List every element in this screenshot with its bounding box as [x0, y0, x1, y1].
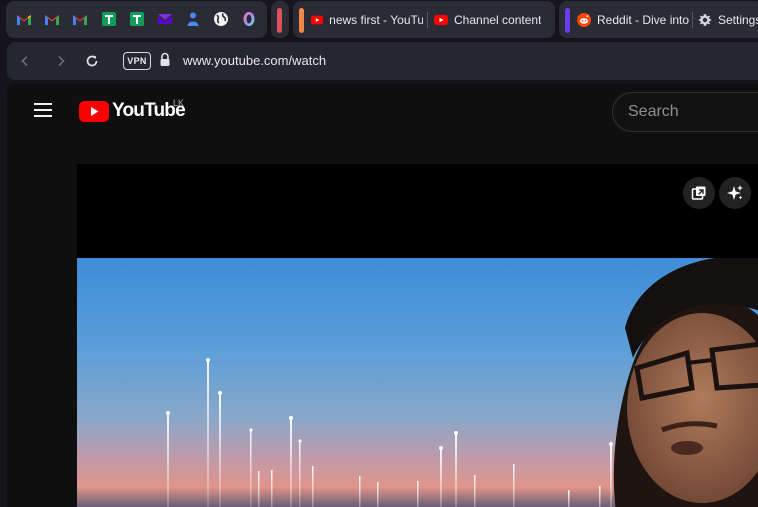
tab-group-red[interactable] [271, 1, 289, 38]
pinned-tabs-group [6, 1, 267, 38]
gmail-icon[interactable] [43, 10, 61, 28]
tab-news-first[interactable]: news first - YouTube [311, 3, 423, 36]
google-sheets-icon[interactable] [128, 10, 146, 28]
youtube-logo[interactable]: YouTube [79, 100, 186, 122]
back-button[interactable] [15, 51, 35, 71]
search-placeholder: Search [628, 103, 679, 120]
page-content: YouTube LK Search [7, 84, 758, 507]
miniplayer-icon [691, 186, 706, 200]
video-frame [77, 258, 758, 507]
gmail-icon[interactable] [15, 10, 33, 28]
tab-group-color-stripe [277, 8, 282, 33]
tab-label: Settings [718, 12, 758, 27]
reload-icon [86, 55, 98, 67]
video-player[interactable] [77, 164, 758, 507]
tab-group-orange: news first - YouTube Channel content [293, 1, 555, 38]
opera-aria-icon[interactable] [240, 10, 258, 28]
google-sheets-icon[interactable] [100, 10, 118, 28]
tab-group-purple: Reddit - Dive into Settings [559, 1, 758, 38]
tab-label: Reddit - Dive into [597, 12, 689, 27]
chevron-right-icon [58, 55, 65, 67]
gmail-icon[interactable] [71, 10, 89, 28]
globe-icon[interactable] [212, 10, 230, 28]
tab-channel-content[interactable]: Channel content [434, 3, 552, 36]
browser-window: news first - YouTube Channel content Red… [0, 0, 758, 507]
sparkle-icon [727, 185, 743, 200]
address-bar: VPN www.youtube.com/watch [7, 42, 758, 80]
tab-label: news first - YouTube [329, 12, 423, 27]
tab-separator [692, 12, 693, 28]
search-input[interactable]: Search [612, 92, 758, 132]
tab-group-color-stripe [299, 8, 304, 33]
chevron-left-icon [21, 55, 28, 67]
country-code: LK [173, 98, 185, 108]
gear-icon [698, 13, 712, 26]
menu-icon[interactable] [34, 103, 52, 117]
ask-ai-button[interactable] [719, 177, 751, 209]
youtube-icon [434, 14, 448, 25]
miniplayer-button[interactable] [683, 177, 715, 209]
tab-reddit[interactable]: Reddit - Dive into [577, 3, 689, 36]
reddit-icon [577, 12, 591, 27]
forward-button[interactable] [51, 51, 71, 71]
vpn-badge[interactable]: VPN [123, 52, 151, 70]
tab-label: Channel content [454, 12, 542, 27]
yahoo-mail-icon[interactable] [156, 10, 174, 28]
reload-button[interactable] [82, 51, 102, 71]
url-field[interactable]: www.youtube.com/watch [183, 53, 326, 68]
youtube-play-logo-icon [79, 100, 109, 122]
tab-settings[interactable]: Settings [698, 3, 758, 36]
tab-strip: news first - YouTube Channel content Red… [0, 0, 758, 40]
lock-icon[interactable] [158, 52, 172, 68]
people-icon[interactable] [184, 10, 202, 28]
tab-separator [427, 12, 428, 28]
youtube-icon [311, 15, 324, 24]
tab-group-color-stripe [565, 8, 570, 33]
